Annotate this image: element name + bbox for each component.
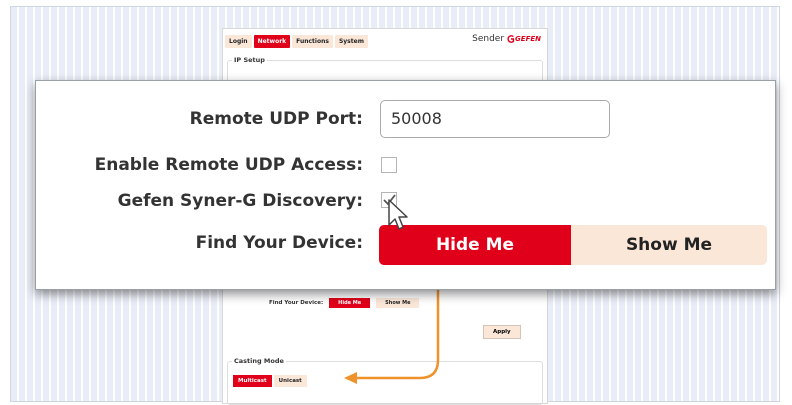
find-device-buttons: Hide Me Show Me: [379, 225, 767, 265]
enable-remote-udp-checkbox[interactable]: [381, 157, 397, 173]
enable-remote-udp-label: Enable Remote UDP Access:: [94, 155, 363, 175]
zoomed-callout-panel: Remote UDP Port: 50008 Enable Remote UDP…: [35, 80, 776, 290]
remote-udp-port-input[interactable]: 50008: [380, 100, 610, 138]
mouse-cursor-icon: [388, 199, 408, 230]
callout-arrow-line: [355, 290, 440, 380]
find-device-row: Find Your Device:: [36, 233, 363, 253]
remote-udp-port-row: Remote UDP Port:: [36, 109, 363, 129]
find-device-label: Find Your Device:: [195, 233, 363, 253]
remote-udp-port-label: Remote UDP Port:: [189, 109, 363, 129]
callout-arrow-head: [344, 372, 357, 384]
syner-g-discovery-label: Gefen Syner-G Discovery:: [117, 191, 363, 211]
syner-g-discovery-row: Gefen Syner-G Discovery:: [36, 191, 363, 211]
show-me-button[interactable]: Show Me: [571, 225, 767, 265]
enable-remote-udp-row: Enable Remote UDP Access:: [36, 155, 363, 175]
